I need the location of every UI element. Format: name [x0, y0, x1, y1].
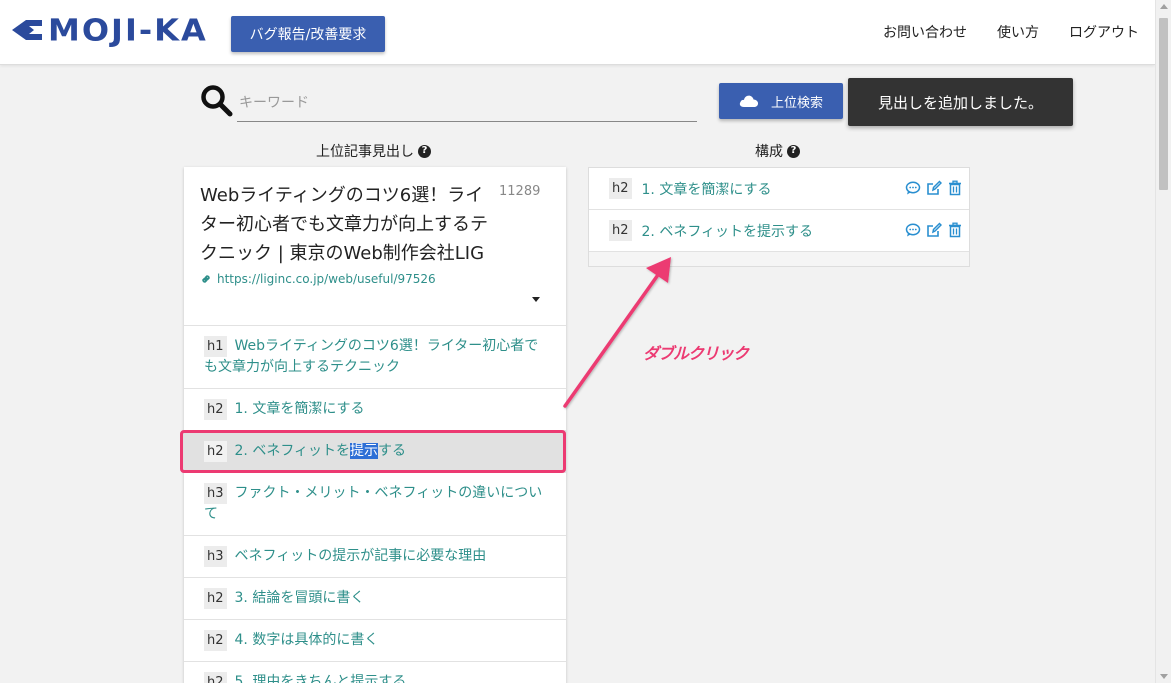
heading-tag: h2 [204, 588, 227, 609]
heading-text: ベネフィットの提示が記事に必要な理由 [234, 548, 487, 564]
heading-tag: h3 [204, 546, 227, 567]
chevron-down-icon[interactable] [532, 297, 540, 302]
heading-tag: h2 [204, 441, 227, 462]
page-scrollbar[interactable] [1155, 0, 1171, 683]
heading-text: 3. 結論を冒頭に書く [234, 590, 365, 606]
comment-icon[interactable] [905, 222, 921, 238]
logo[interactable]: MOJI-KA [10, 10, 208, 50]
top-search-button[interactable]: 上位検索 [719, 83, 843, 119]
heading-tag: h2 [609, 178, 632, 199]
heading-text: Webライティングのコツ6選！ライター初心者でも文章力が向上するテクニック [204, 338, 539, 375]
left-column-title: 上位記事見出し ? [316, 141, 431, 161]
nav-usage[interactable]: 使い方 [997, 22, 1039, 42]
heading-item[interactable]: h3 ファクト・メリット・ベネフィットの違いについて [184, 473, 566, 536]
top-search-label: 上位検索 [770, 95, 823, 111]
toast-notification: 見出しを追加しました。 [848, 78, 1073, 126]
help-icon[interactable]: ? [787, 144, 800, 158]
article-link[interactable]: https://liginc.co.jp/web/useful/97526 [200, 272, 550, 286]
heading-text: ファクト・メリット・ベネフィットの違いについて [204, 485, 543, 522]
structure-item[interactable]: h2 1. 文章を簡潔にする [589, 168, 969, 210]
double-click-label: ダブルクリック [643, 344, 749, 363]
heading-tag: h2 [204, 630, 227, 651]
header-nav: お問い合わせ 使い方 ログアウト [883, 22, 1139, 42]
heading-tag: h2 [204, 672, 227, 683]
comment-icon[interactable] [905, 180, 921, 196]
structure-panel: h2 1. 文章を簡潔にする h2 2. ベネフィットを提示する [588, 167, 970, 267]
trash-icon[interactable] [947, 222, 963, 238]
structure-item-text: 1. 文章を簡潔にする [641, 181, 772, 198]
heading-item-selected[interactable]: h2 2. ベネフィットを提示する [184, 431, 566, 473]
edit-icon[interactable] [926, 222, 942, 238]
heading-tag: h2 [204, 399, 227, 420]
heading-tag: h2 [609, 220, 632, 241]
right-column-title-text: 構成 [755, 144, 783, 160]
left-column-title-text: 上位記事見出し [316, 144, 414, 160]
bug-report-button[interactable]: バグ報告/改善要求 [231, 16, 385, 52]
heading-tag: h1 [204, 336, 227, 357]
heading-text-selection: 提示 [350, 443, 379, 459]
heading-item[interactable]: h2 3. 結論を冒頭に書く [184, 578, 566, 620]
cloud-icon [739, 95, 759, 107]
help-icon[interactable]: ? [418, 144, 431, 158]
heading-item[interactable]: h2 5. 理由をきちんと提示する [184, 662, 566, 683]
article-title: Webライティングのコツ6選！ライター初心者でも文章力が向上するテクニック | … [200, 185, 488, 264]
logo-arrow-icon [12, 20, 42, 40]
link-icon [202, 275, 210, 283]
structure-item-actions [905, 180, 963, 196]
right-column-title: 構成 ? [755, 141, 800, 161]
scroll-thumb[interactable] [1159, 18, 1168, 190]
logo-text: MOJI-KA [48, 11, 208, 49]
nav-logout[interactable]: ログアウト [1069, 22, 1139, 42]
edit-icon[interactable] [926, 180, 942, 196]
article-count: 11289 [499, 184, 541, 199]
article-url[interactable]: https://liginc.co.jp/web/useful/97526 [217, 272, 436, 286]
scroll-up-icon[interactable] [1160, 4, 1168, 9]
heading-item[interactable]: h2 1. 文章を簡潔にする [184, 389, 566, 431]
app-header: MOJI-KA バグ報告/改善要求 お問い合わせ 使い方 ログアウト [0, 0, 1155, 65]
article-card: Webライティングのコツ6選！ライター初心者でも文章力が向上するテクニック | … [184, 167, 566, 326]
heading-text-before: 2. ベネフィットを [234, 443, 351, 459]
structure-item-actions [905, 222, 963, 238]
top-articles-panel: Webライティングのコツ6選！ライター初心者でも文章力が向上するテクニック | … [184, 167, 566, 683]
heading-text-after: する [378, 443, 407, 459]
scroll-down-icon[interactable] [1160, 674, 1168, 679]
heading-text: 1. 文章を簡潔にする [234, 401, 365, 417]
nav-contact[interactable]: お問い合わせ [883, 22, 967, 42]
trash-icon[interactable] [947, 180, 963, 196]
structure-item[interactable]: h2 2. ベネフィットを提示する [589, 210, 969, 252]
structure-item-text: 2. ベネフィットを提示する [641, 223, 814, 240]
heading-item[interactable]: h3 ベネフィットの提示が記事に必要な理由 [184, 536, 566, 578]
heading-item[interactable]: h1 Webライティングのコツ6選！ライター初心者でも文章力が向上するテクニック [184, 326, 566, 389]
heading-text: 5. 理由をきちんと提示する [234, 674, 407, 683]
search-icon[interactable] [200, 84, 234, 118]
heading-item[interactable]: h2 4. 数字は具体的に書く [184, 620, 566, 662]
keyword-input[interactable] [237, 84, 697, 122]
heading-tag: h3 [204, 483, 227, 504]
heading-text: 4. 数字は具体的に書く [234, 632, 379, 648]
